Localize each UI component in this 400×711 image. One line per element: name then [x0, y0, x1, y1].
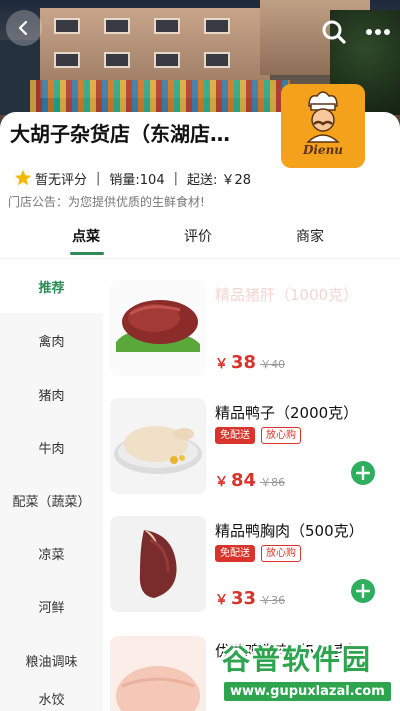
- store-notice: 门店公告：为您提供优质的生鲜食材!: [8, 195, 205, 209]
- watermark-title: 谷普软件园: [222, 643, 373, 676]
- min-order-label: 起送: ￥28: [187, 172, 252, 188]
- watermark-url: www.gupuxlazal.com: [224, 682, 391, 701]
- tag-worry-free: 放心购: [261, 427, 301, 444]
- sidebar-item-beef[interactable]: 牛肉: [0, 420, 103, 474]
- watermark: 谷普软件园 www.gupuxlazal.com: [222, 638, 400, 711]
- back-button[interactable]: [6, 10, 42, 46]
- product-tags: 免配送 放心购: [215, 545, 301, 562]
- store-logo: Dienu: [281, 84, 365, 168]
- product-image: [110, 516, 206, 612]
- rating-label: 暂无评分: [35, 172, 88, 188]
- store-name: 大胡子杂货店（东湖店…: [10, 122, 230, 146]
- sidebar-item-river-food[interactable]: 河鲜: [0, 579, 103, 633]
- tab-reviews[interactable]: 评价: [184, 226, 212, 246]
- sales-label: 销量:104: [109, 172, 165, 188]
- plus-icon: [356, 584, 370, 598]
- search-icon: [322, 20, 346, 44]
- product-name: 精品鸭胸肉（500克）: [215, 522, 364, 540]
- more-button[interactable]: [360, 14, 396, 50]
- product-tags: 免配送 放心购: [215, 427, 301, 444]
- sidebar-item-dumplings[interactable]: 水饺: [0, 689, 103, 711]
- stats-divider: |: [96, 170, 101, 186]
- tag-free-delivery: 免配送: [215, 427, 255, 444]
- product-name: 精品猪肝（1000克）: [215, 286, 359, 304]
- product-price: ￥ 84 ￥86: [215, 470, 286, 491]
- svg-text:Dienu: Dienu: [302, 143, 343, 157]
- product-image: [110, 636, 206, 711]
- chef-logo-icon: Dienu: [302, 91, 343, 157]
- sidebar-item-oil-seasoning[interactable]: 粮油调味: [0, 633, 103, 687]
- more-dots-icon: [366, 29, 390, 35]
- active-tab-indicator: [70, 252, 104, 255]
- search-button[interactable]: [316, 14, 352, 50]
- product-image: [110, 280, 206, 376]
- product-price: ￥ 33 ￥36: [215, 588, 286, 609]
- tag-worry-free: 放心购: [261, 545, 301, 562]
- product-item[interactable]: 精品鸭子（2000克） 免配送 放心购 ￥ 84 ￥86: [103, 398, 400, 516]
- add-to-cart-button[interactable]: [351, 579, 375, 603]
- product-price: ￥ 38 ￥40: [215, 352, 286, 373]
- plus-icon: [356, 466, 370, 480]
- category-sidebar: 推荐 禽肉 猪肉 牛肉 配菜（蔬菜） 凉菜 河鲜 粮油调味 水饺: [0, 259, 103, 711]
- sidebar-item-pork[interactable]: 猪肉: [0, 367, 103, 421]
- product-name: 精品鸭子（2000克）: [215, 404, 359, 422]
- stats-divider: |: [173, 170, 178, 186]
- star-icon: [14, 169, 32, 186]
- product-item[interactable]: 精品鸭胸肉（500克） 免配送 放心购 ￥ 33 ￥36: [103, 516, 400, 634]
- product-image: [110, 398, 206, 494]
- add-to-cart-button[interactable]: [351, 461, 375, 485]
- chevron-left-icon: [18, 20, 28, 36]
- tag-free-delivery: 免配送: [215, 545, 255, 562]
- sidebar-item-recommended[interactable]: 推荐: [0, 259, 103, 313]
- tab-order[interactable]: 点菜: [72, 226, 100, 246]
- tab-merchant[interactable]: 商家: [296, 226, 324, 246]
- product-item[interactable]: 精品猪肝（1000克） ￥ 38 ￥40: [103, 280, 400, 398]
- sidebar-item-vegetables[interactable]: 配菜（蔬菜）: [0, 473, 103, 527]
- sidebar-item-cold-dishes[interactable]: 凉菜: [0, 526, 103, 580]
- store-tabs: 点菜 评价 商家: [0, 222, 400, 256]
- store-stats: 暂无评分 | 销量:104 | 起送: ￥28: [14, 168, 251, 188]
- sidebar-item-poultry[interactable]: 禽肉: [0, 313, 103, 367]
